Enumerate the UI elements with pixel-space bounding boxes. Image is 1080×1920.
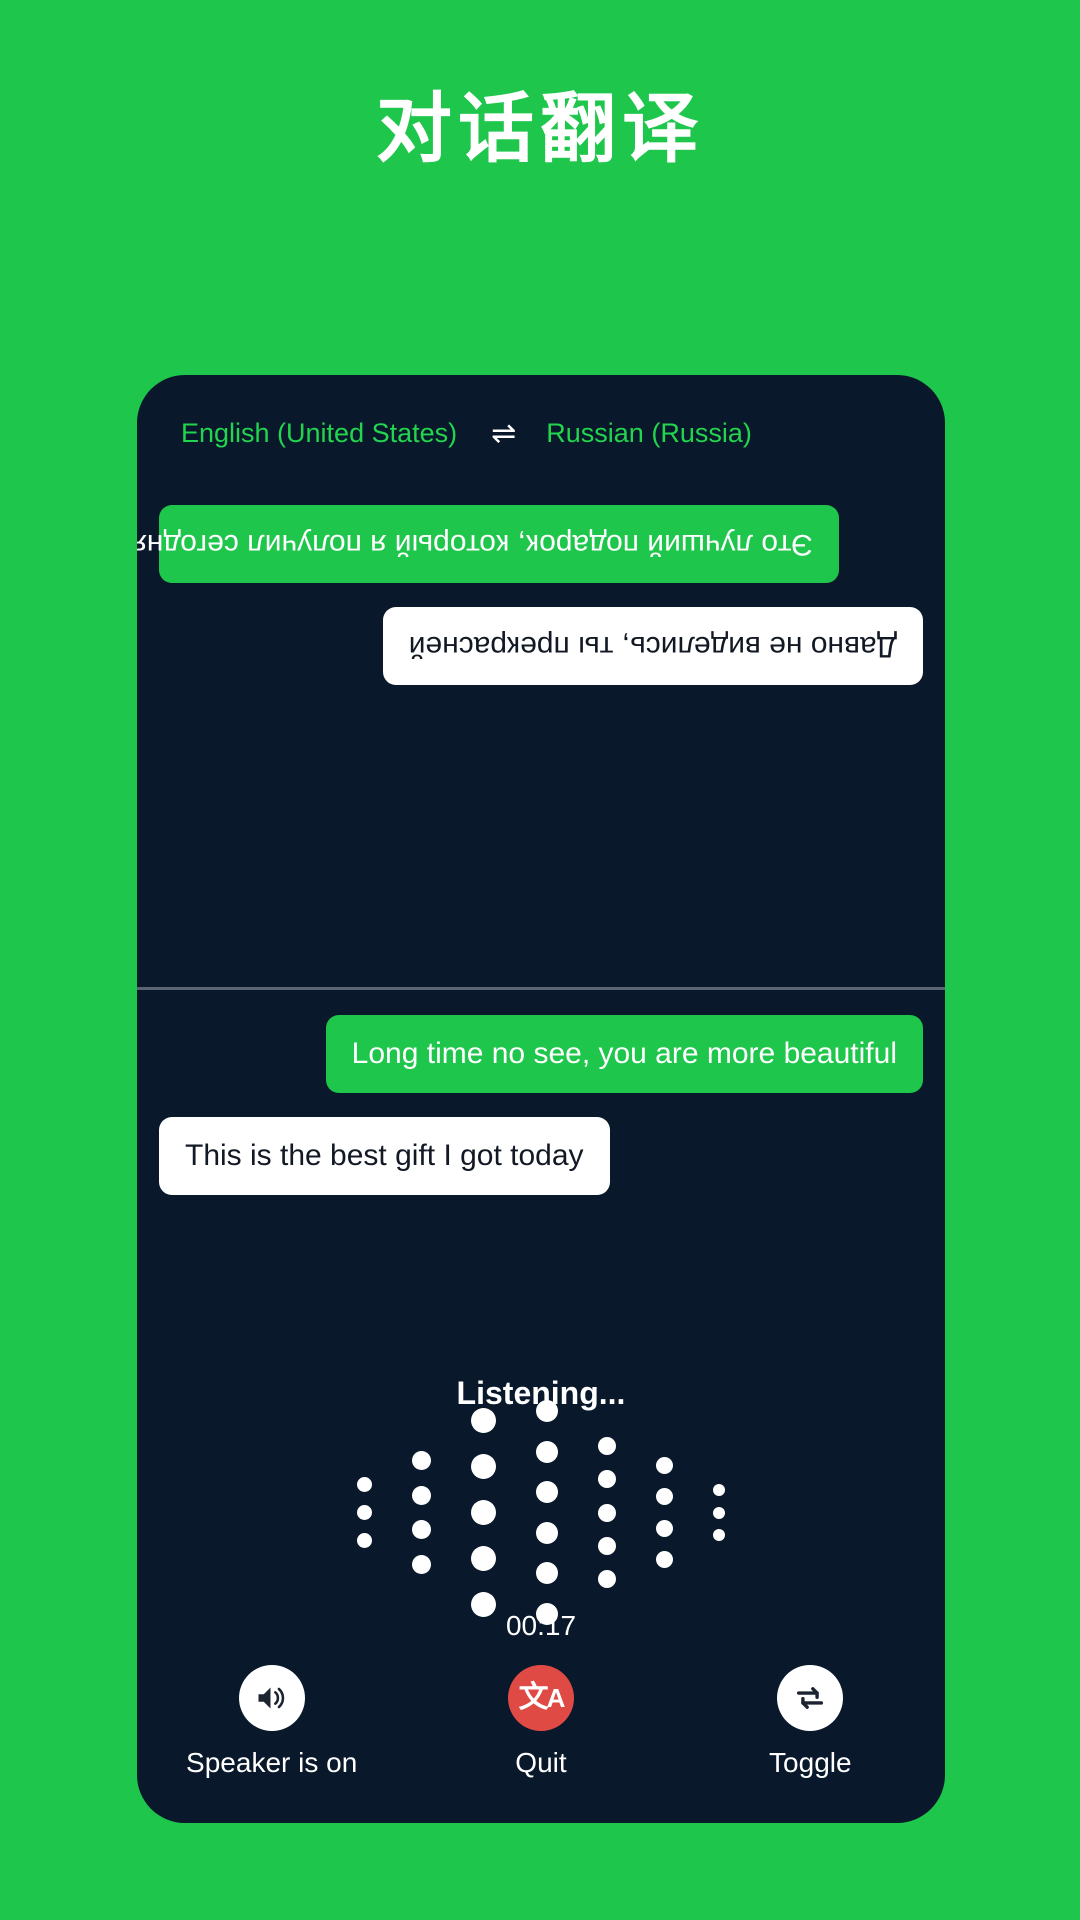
waveform-dot (656, 1488, 673, 1506)
waveform-column (656, 1450, 673, 1575)
speaker-toggle-button[interactable]: Speaker is on (152, 1665, 392, 1779)
translate-icon: 文A (507, 1665, 574, 1731)
waveform-column (412, 1443, 431, 1583)
message-bubble: This is the best gift I got today (159, 1117, 610, 1195)
waveform-column (536, 1391, 558, 1634)
waveform-dot (598, 1470, 616, 1489)
quit-label: Quit (515, 1747, 567, 1778)
pane-divider (137, 987, 945, 990)
recording-timer: 00:17 (505, 1610, 577, 1641)
waveform-dot (656, 1519, 673, 1537)
waveform-dot (412, 1520, 431, 1540)
waveform-column (357, 1471, 372, 1554)
phone-card: English (United States) ⇌ Russian (Russi… (137, 375, 945, 1823)
waveform-dot (412, 1555, 431, 1575)
waveform-dot (713, 1484, 725, 1497)
waveform-dot (713, 1528, 725, 1541)
waveform-dot (471, 1546, 496, 1571)
waveform-dot (713, 1506, 725, 1519)
waveform-dot (536, 1481, 558, 1504)
waveform-dot (598, 1437, 616, 1456)
message-bubble: Long time no see, you are more beautiful (325, 1015, 923, 1093)
waveform-dot (412, 1450, 431, 1470)
language-bar: English (United States) ⇌ Russian (Russi… (137, 375, 945, 449)
message-bubble: Это лучший подарок, который я получил се… (137, 505, 839, 583)
waveform-dot (536, 1400, 558, 1423)
waveform-column (598, 1430, 616, 1595)
source-language-selector[interactable]: English (United States) (181, 418, 457, 449)
waveform-dot (598, 1569, 616, 1588)
waveform-column (471, 1398, 496, 1628)
target-language-selector[interactable]: Russian (Russia) (546, 418, 752, 449)
waveform-dot (471, 1500, 496, 1525)
waveform-dot (536, 1440, 558, 1463)
waveform-dot (357, 1532, 372, 1548)
waveform-dot (536, 1562, 558, 1585)
waveform-dot (357, 1477, 372, 1493)
waveform-dot (598, 1503, 616, 1522)
swap-arrows-icon[interactable]: ⇌ (491, 418, 516, 449)
local-conversation-pane: Long time no see, you are more beautiful… (137, 993, 945, 1219)
waveform-dot (471, 1454, 496, 1479)
waveform-dot (412, 1485, 431, 1505)
waveform-column (713, 1479, 725, 1545)
control-bar: Speaker is on 文A Quit Toggle (137, 1665, 945, 1779)
toggle-button[interactable]: Toggle (690, 1665, 930, 1779)
waveform-dot (656, 1550, 673, 1568)
waveform-dot (536, 1521, 558, 1544)
waveform-dot (598, 1536, 616, 1555)
toggle-label: Toggle (769, 1747, 852, 1778)
quit-button[interactable]: 文A Quit (421, 1665, 661, 1779)
page-title: 对话翻译 (376, 87, 704, 172)
waveform-dot (471, 1408, 496, 1433)
message-bubble: Давно не виделись, ты прекрасней (382, 607, 923, 685)
repeat-swap-icon (777, 1665, 844, 1731)
audio-waveform (137, 1400, 945, 1625)
remote-conversation-pane: Давно не виделись, ты прекрасней Это луч… (137, 465, 945, 965)
speaker-on-icon (238, 1665, 305, 1731)
speaker-toggle-label: Speaker is on (186, 1747, 358, 1778)
waveform-dot (357, 1505, 372, 1520)
waveform-dot (656, 1457, 673, 1475)
